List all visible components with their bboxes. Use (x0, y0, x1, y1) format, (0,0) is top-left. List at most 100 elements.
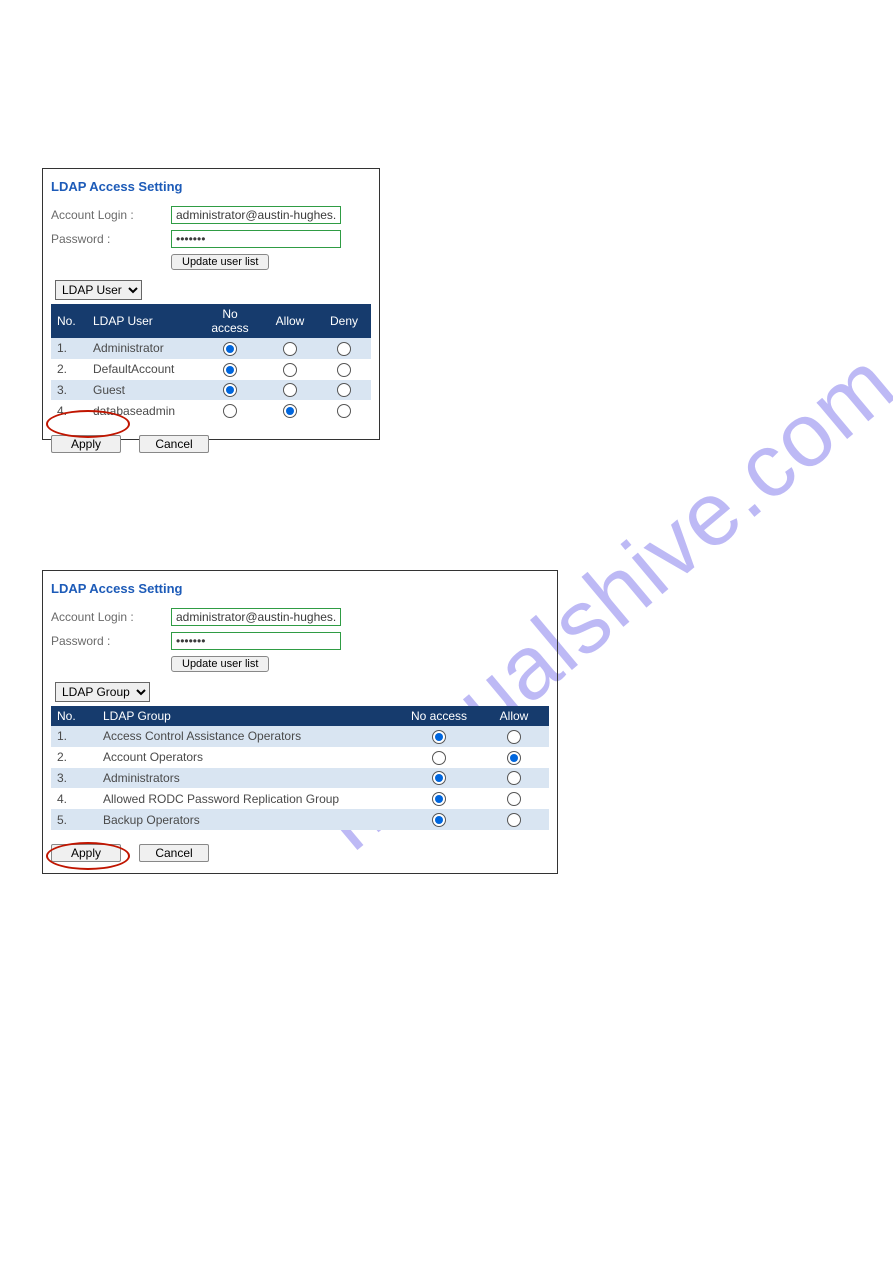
list-type-select-wrap: LDAP User (55, 280, 371, 300)
radio-noaccess[interactable] (223, 404, 237, 418)
password-row: Password : (51, 632, 549, 650)
cell-deny (317, 359, 371, 380)
cell-no: 2. (51, 359, 87, 380)
cell-user: Administrator (87, 338, 197, 359)
panel-title: LDAP Access Setting (51, 581, 549, 596)
cell-no: 1. (51, 338, 87, 359)
cell-no: 3. (51, 768, 97, 789)
account-login-input[interactable] (171, 608, 341, 626)
cancel-button[interactable]: Cancel (139, 435, 209, 453)
cell-noaccess (399, 768, 479, 789)
list-type-select-wrap: LDAP Group (55, 682, 549, 702)
table-row: 1.Administrator (51, 338, 371, 359)
password-row: Password : (51, 230, 371, 248)
update-row: Update user list (171, 254, 371, 270)
col-no: No. (51, 304, 87, 338)
update-row: Update user list (171, 656, 549, 672)
radio-noaccess[interactable] (223, 383, 237, 397)
radio-allow[interactable] (283, 404, 297, 418)
cell-no: 5. (51, 809, 97, 830)
radio-noaccess[interactable] (432, 730, 446, 744)
apply-button[interactable]: Apply (51, 435, 121, 453)
radio-noaccess[interactable] (223, 342, 237, 356)
radio-allow[interactable] (507, 813, 521, 827)
account-login-input[interactable] (171, 206, 341, 224)
radio-deny[interactable] (337, 363, 351, 377)
cell-allow (263, 380, 317, 401)
cell-deny (317, 380, 371, 401)
cell-noaccess (399, 809, 479, 830)
table-row: 2.DefaultAccount (51, 359, 371, 380)
account-login-row: Account Login : (51, 608, 549, 626)
col-allow: Allow (263, 304, 317, 338)
cell-no: 4. (51, 400, 87, 421)
cell-no: 2. (51, 747, 97, 768)
table-row: 3.Administrators (51, 768, 549, 789)
account-login-label: Account Login : (51, 610, 171, 624)
list-type-select[interactable]: LDAP User (55, 280, 142, 300)
cell-allow (479, 747, 549, 768)
table-row: 4.databaseadmin (51, 400, 371, 421)
radio-noaccess[interactable] (432, 751, 446, 765)
action-row: Apply Cancel (51, 844, 549, 862)
password-input[interactable] (171, 230, 341, 248)
radio-allow[interactable] (507, 792, 521, 806)
col-user: LDAP User (87, 304, 197, 338)
col-no: No. (51, 706, 97, 726)
table-header-row: No. LDAP Group No access Allow (51, 706, 549, 726)
password-label: Password : (51, 634, 171, 648)
update-user-list-button[interactable]: Update user list (171, 656, 269, 672)
cell-allow (263, 338, 317, 359)
radio-deny[interactable] (337, 342, 351, 356)
col-noaccess: No access (197, 304, 263, 338)
radio-noaccess[interactable] (432, 771, 446, 785)
cell-noaccess (197, 400, 263, 421)
cancel-button[interactable]: Cancel (139, 844, 209, 862)
radio-noaccess[interactable] (432, 792, 446, 806)
table-row: 1.Access Control Assistance Operators (51, 726, 549, 747)
cell-allow (263, 359, 317, 380)
cell-allow (263, 400, 317, 421)
table-row: 5.Backup Operators (51, 809, 549, 830)
cell-noaccess (399, 788, 479, 809)
password-input[interactable] (171, 632, 341, 650)
ldap-group-table: No. LDAP Group No access Allow 1.Access … (51, 706, 549, 830)
radio-allow[interactable] (507, 771, 521, 785)
cell-allow (479, 809, 549, 830)
cell-no: 3. (51, 380, 87, 401)
cell-no: 4. (51, 788, 97, 809)
radio-allow[interactable] (283, 363, 297, 377)
list-type-select[interactable]: LDAP Group (55, 682, 150, 702)
radio-noaccess[interactable] (432, 813, 446, 827)
cell-user: databaseadmin (87, 400, 197, 421)
cell-group: Account Operators (97, 747, 399, 768)
action-row: Apply Cancel (51, 435, 371, 453)
radio-deny[interactable] (337, 404, 351, 418)
table-row: 3.Guest (51, 380, 371, 401)
cell-user: Guest (87, 380, 197, 401)
update-user-list-button[interactable]: Update user list (171, 254, 269, 270)
radio-deny[interactable] (337, 383, 351, 397)
cell-noaccess (399, 726, 479, 747)
account-login-label: Account Login : (51, 208, 171, 222)
col-group: LDAP Group (97, 706, 399, 726)
cell-deny (317, 400, 371, 421)
cell-group: Backup Operators (97, 809, 399, 830)
radio-allow[interactable] (507, 751, 521, 765)
ldap-group-panel: LDAP Access Setting Account Login : Pass… (42, 570, 558, 874)
radio-allow[interactable] (283, 383, 297, 397)
ldap-user-table: No. LDAP User No access Allow Deny 1.Adm… (51, 304, 371, 421)
ldap-user-panel: LDAP Access Setting Account Login : Pass… (42, 168, 380, 440)
radio-allow[interactable] (283, 342, 297, 356)
cell-group: Allowed RODC Password Replication Group (97, 788, 399, 809)
radio-noaccess[interactable] (223, 363, 237, 377)
cell-noaccess (197, 380, 263, 401)
cell-group: Access Control Assistance Operators (97, 726, 399, 747)
cell-noaccess (197, 359, 263, 380)
radio-allow[interactable] (507, 730, 521, 744)
cell-group: Administrators (97, 768, 399, 789)
table-row: 2.Account Operators (51, 747, 549, 768)
apply-button[interactable]: Apply (51, 844, 121, 862)
cell-allow (479, 768, 549, 789)
cell-allow (479, 788, 549, 809)
